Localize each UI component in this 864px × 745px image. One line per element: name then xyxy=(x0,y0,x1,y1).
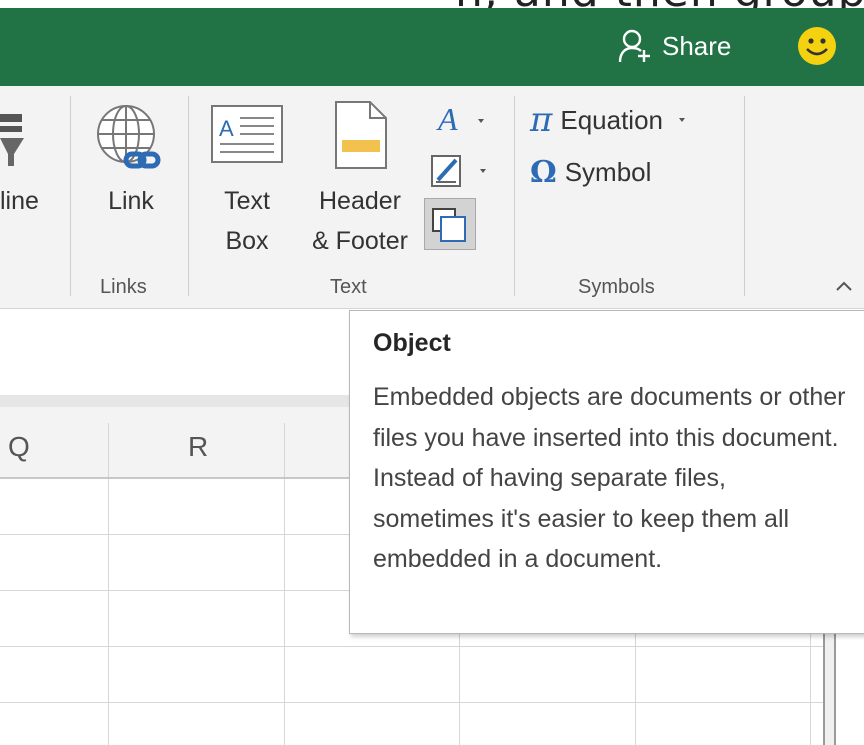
text-group-label: Text xyxy=(330,276,367,298)
share-person-icon xyxy=(618,29,650,63)
grid-hline xyxy=(0,646,823,647)
feedback-smiley-icon[interactable] xyxy=(797,26,837,66)
vertical-scrollbar[interactable] xyxy=(823,634,836,745)
links-group-label: Links xyxy=(100,276,147,298)
text-box-label-line1[interactable]: Text xyxy=(210,182,284,220)
svg-text:A: A xyxy=(219,116,234,141)
grid-vline xyxy=(284,479,285,745)
header-footer-label-line1[interactable]: Header xyxy=(304,182,416,220)
tooltip-title: Object xyxy=(373,329,451,357)
column-divider xyxy=(284,423,285,477)
text-box-icon[interactable]: A xyxy=(210,104,286,166)
svg-text:A: A xyxy=(436,101,458,137)
grid-vline xyxy=(108,479,109,745)
object-button[interactable] xyxy=(424,198,476,250)
symbol-button[interactable]: Ω Symbol xyxy=(530,152,651,192)
group-separator xyxy=(744,96,745,296)
equation-button[interactable]: π Equation xyxy=(530,100,693,140)
signature-line-icon xyxy=(431,155,486,187)
signature-line-button[interactable] xyxy=(428,150,498,190)
group-separator xyxy=(70,96,71,296)
object-icon xyxy=(432,208,466,242)
grid-hline xyxy=(0,702,823,703)
column-header-r[interactable]: R xyxy=(188,431,208,463)
outline-button-label[interactable]: line xyxy=(0,182,58,220)
group-separator xyxy=(188,96,189,296)
equation-label: Equation xyxy=(560,104,664,135)
symbol-label: Symbol xyxy=(564,156,652,187)
column-divider xyxy=(108,423,109,477)
pi-icon: π xyxy=(530,100,553,140)
header-footer-label-line2[interactable]: & Footer xyxy=(298,222,422,260)
clipped-text: n, and then grouping, xyxy=(455,0,864,8)
ribbon: line Link Links A Text Box Header & Foot… xyxy=(0,86,864,309)
wordart-icon: A xyxy=(436,101,484,137)
link-button-label[interactable]: Link xyxy=(92,182,170,220)
text-box-label-line2[interactable]: Box xyxy=(210,222,284,260)
omega-icon: Ω xyxy=(530,154,557,190)
group-separator xyxy=(514,96,515,296)
document-text-strip: n, and then grouping, xyxy=(0,0,864,8)
symbols-group-label: Symbols xyxy=(578,276,655,298)
share-label: Share xyxy=(662,30,732,61)
chevron-down-icon xyxy=(679,118,686,122)
share-button[interactable]: Share xyxy=(618,26,731,66)
wordart-button[interactable]: A xyxy=(434,100,498,140)
object-tooltip: Object Embedded objects are documents or… xyxy=(349,310,864,634)
column-header-q[interactable]: Q xyxy=(8,431,30,463)
tooltip-body: Embedded objects are documents or other … xyxy=(373,383,846,573)
header-footer-icon[interactable] xyxy=(334,100,388,170)
collapse-ribbon-icon[interactable] xyxy=(834,278,854,294)
link-globe-icon[interactable] xyxy=(90,100,170,180)
title-bar xyxy=(0,8,864,86)
outline-icon[interactable] xyxy=(0,108,30,168)
